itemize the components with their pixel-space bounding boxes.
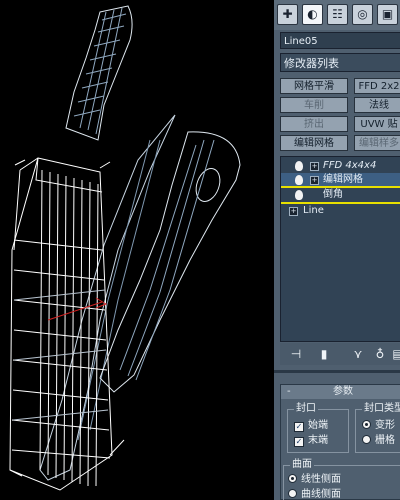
cap-start-checkbox[interactable]: ✓ 始端 (294, 420, 328, 432)
stack-item-label: FFD 4x4x4 (323, 160, 377, 171)
lathe-button[interactable]: 车削 (280, 97, 348, 113)
parameters-rollout: - 参数 封口 ✓ 始端 ✓ 末端 封口类型 变形 栅格 曲面 线性侧面 曲线侧面 (280, 384, 400, 500)
remove-modifier-icon[interactable]: ♁ (372, 346, 388, 362)
selection-brackets (9, 159, 125, 477)
normal-button[interactable]: 法线 (354, 97, 400, 113)
stack-item-ffd[interactable]: + FFD 4x4x4 (281, 159, 400, 173)
grid-radio[interactable]: 栅格 (362, 435, 395, 447)
modifier-stack[interactable]: + FFD 4x4x4 + 编辑网格 倒角 + Line (280, 156, 400, 342)
surface-group: 曲面 线性侧面 曲线侧面 (283, 459, 400, 500)
configure-sets-icon[interactable]: ▤ (390, 346, 400, 362)
option-label: 末端 (308, 435, 328, 446)
motion-icon[interactable]: ◎ (352, 4, 373, 25)
stack-item-bevel[interactable]: 倒角 (281, 188, 400, 202)
pin-stack-icon[interactable]: ⊣ (288, 346, 304, 362)
option-label: 始端 (308, 420, 328, 431)
lightbulb-icon[interactable] (295, 190, 303, 200)
stack-item-label: 编辑网格 (323, 174, 363, 185)
caps-group: 封口 ✓ 始端 ✓ 末端 (287, 403, 349, 453)
uvw-button[interactable]: UVW 贴 (354, 116, 400, 132)
create-icon[interactable]: ✚ (277, 4, 298, 25)
handle-mesh (65, 5, 133, 141)
group-title: 封口类型 (362, 403, 400, 415)
lightbulb-icon[interactable] (295, 175, 303, 185)
ffd-button[interactable]: FFD 2x2 (354, 78, 400, 94)
rollout-title: 参数 (333, 386, 353, 397)
rollout-header[interactable]: - 参数 (281, 385, 400, 399)
expand-icon[interactable]: + (310, 176, 319, 185)
panel-divider (274, 370, 400, 373)
stack-item-line[interactable]: + Line (281, 204, 400, 218)
wireframe-render (9, 5, 241, 491)
clip-mesh (99, 131, 241, 393)
group-title: 曲面 (290, 459, 314, 471)
modifier-list-dropdown[interactable]: 修改器列表 (280, 53, 400, 72)
morph-radio[interactable]: 变形 (362, 420, 395, 432)
hierarchy-icon[interactable]: ☷ (327, 4, 348, 25)
mesh-smooth-button[interactable]: 网格平滑 (280, 78, 348, 94)
cap-end-checkbox[interactable]: ✓ 末端 (294, 435, 328, 447)
lightbulb-icon[interactable] (295, 161, 303, 171)
stack-item-label: 倒角 (323, 189, 343, 200)
make-unique-icon[interactable]: ⋎ (350, 346, 366, 362)
radio-icon (362, 420, 371, 429)
expand-icon[interactable]: + (310, 162, 319, 171)
radio-icon (288, 489, 297, 498)
option-label: 线性侧面 (301, 474, 341, 485)
panel-tabs: ✚ ◐ ☷ ◎ ▣ (274, 0, 400, 30)
checkmark-icon: ✓ (294, 437, 304, 447)
group-title: 封口 (294, 403, 318, 415)
option-label: 变形 (375, 420, 395, 431)
object-name-field[interactable]: Line05 (280, 32, 400, 49)
expand-icon[interactable]: + (289, 207, 298, 216)
cap-type-group: 封口类型 变形 栅格 (355, 403, 400, 453)
radio-icon (362, 435, 371, 444)
show-end-result-icon[interactable]: ▮ (316, 346, 332, 362)
radio-icon (288, 474, 297, 483)
curved-sides-radio[interactable]: 曲线侧面 (288, 489, 341, 500)
option-label: 曲线侧面 (301, 489, 341, 500)
stack-item-label: Line (303, 205, 324, 216)
edit-mesh-button[interactable]: 编辑网格 (280, 135, 348, 151)
option-label: 栅格 (375, 435, 395, 446)
checkmark-icon: ✓ (294, 422, 304, 432)
linear-sides-radio[interactable]: 线性侧面 (288, 474, 341, 486)
display-icon[interactable]: ▣ (377, 4, 398, 25)
viewport[interactable] (0, 0, 274, 500)
modify-icon[interactable]: ◐ (302, 4, 323, 25)
stack-item-edit-mesh[interactable]: + 编辑网格 (281, 173, 400, 187)
extrude-button[interactable]: 挤出 (280, 116, 348, 132)
command-panel: ✚ ◐ ☷ ◎ ▣ Line05 修改器列表 网格平滑 FFD 2x2 车削 法… (274, 0, 400, 500)
stack-tools: ⊣ ▮ ⋎ ♁ ▤ (280, 343, 400, 365)
edit-poly-button[interactable]: 编辑样多 (354, 135, 400, 151)
box-mesh (9, 157, 113, 491)
